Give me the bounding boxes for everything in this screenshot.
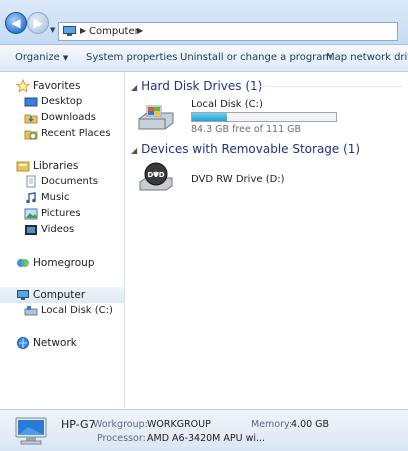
memory-value: 4.00 GB <box>291 419 330 430</box>
nav-label: Documents <box>41 176 99 187</box>
nav-computer[interactable]: Computer <box>0 287 124 303</box>
uninstall-program-button[interactable]: Uninstall or change a program <box>180 52 332 63</box>
drive-free-space: 84.3 GB free of 111 GB <box>191 124 302 135</box>
collapse-triangle-icon[interactable]: ◢ <box>131 146 137 155</box>
nav-videos[interactable]: Videos <box>0 222 124 238</box>
nav-label: Homegroup <box>33 257 95 269</box>
nav-label: Downloads <box>41 112 96 123</box>
nav-label: Pictures <box>41 208 81 219</box>
nav-desktop[interactable]: Desktop <box>0 94 124 110</box>
recent-places-icon <box>24 130 38 140</box>
drive-usage-bar <box>191 112 337 122</box>
address-bar: ◀ ▶ ▼ ▶ Computer ▶ <box>0 0 408 45</box>
organize-button[interactable]: Organize ▼ <box>15 52 68 63</box>
nav-label: Music <box>41 192 70 203</box>
libraries-icon <box>16 161 30 172</box>
collapse-triangle-icon[interactable]: ◢ <box>131 83 137 92</box>
breadcrumb-computer[interactable]: Computer <box>89 26 139 37</box>
group-divider <box>251 86 402 87</box>
network-icon <box>17 337 29 349</box>
group-header-hard-disk-drives[interactable]: ◢ Hard Disk Drives (1) <box>131 79 262 93</box>
back-arrow-icon: ◀ <box>11 16 21 30</box>
homegroup-icon <box>17 259 29 267</box>
nav-libraries[interactable]: Libraries <box>0 158 124 174</box>
nav-label: Desktop <box>41 96 83 107</box>
desktop-icon <box>24 97 38 107</box>
nav-favorites[interactable]: Favorites <box>0 78 124 94</box>
group-header-removable-storage[interactable]: ◢ Devices with Removable Storage (1) <box>131 142 360 156</box>
processor-label: Processor: <box>97 433 146 444</box>
computer-name: HP-G7 <box>61 418 96 431</box>
nav-network[interactable]: Network <box>0 335 124 351</box>
videos-icon <box>25 225 37 235</box>
nav-label: Network <box>33 337 77 349</box>
drive-dvd-rw-d[interactable]: DVD DVD RW Drive (D:) <box>137 162 337 200</box>
nav-downloads[interactable]: Downloads <box>0 110 124 126</box>
dvd-drive-icon: DVD <box>139 162 173 191</box>
svg-text:DVD: DVD <box>147 171 164 179</box>
nav-label: Recent Places <box>41 128 111 139</box>
star-icon <box>16 79 30 93</box>
processor-value: AMD A6-3420M APU wi... <box>147 433 266 444</box>
nav-label: Local Disk (C:) <box>41 305 113 316</box>
documents-icon <box>26 175 36 188</box>
nav-local-disk[interactable]: Local Disk (C:) <box>0 303 124 319</box>
workgroup-value: WORKGROUP <box>147 419 211 430</box>
memory-label: Memory: <box>251 419 293 430</box>
address-box[interactable]: ▶ Computer ▶ <box>58 22 398 41</box>
breadcrumb-separator-icon[interactable]: ▶ <box>137 26 143 35</box>
nav-documents[interactable]: Documents <box>0 174 124 190</box>
back-button[interactable]: ◀ <box>5 12 27 34</box>
nav-recent-places[interactable]: Recent Places <box>0 126 124 142</box>
navigation-pane: Favorites Desktop Downloads Recent Place… <box>0 72 125 408</box>
computer-monitor-icon <box>15 417 47 445</box>
pictures-icon <box>24 208 38 220</box>
system-properties-button[interactable]: System properties <box>86 52 178 63</box>
nav-label: Libraries <box>33 160 79 172</box>
workgroup-label: Workgroup: <box>93 419 148 430</box>
nav-homegroup[interactable]: Homegroup <box>0 255 124 271</box>
content-pane: ◢ Hard Disk Drives (1) Local Disk (C:) 84… <box>125 72 408 408</box>
hard-drive-icon <box>138 105 174 130</box>
details-pane: HP-G7 Workgroup: WORKGROUP Memory: 4.00 … <box>0 409 408 451</box>
computer-icon <box>17 290 29 300</box>
nav-label: Videos <box>41 224 75 235</box>
music-icon <box>26 192 36 204</box>
chevron-down-icon: ▼ <box>62 54 69 62</box>
recent-pages-dropdown[interactable]: ▼ <box>50 26 55 34</box>
nav-pictures[interactable]: Pictures <box>0 206 124 222</box>
nav-label: Computer <box>33 289 86 301</box>
drive-local-disk-c[interactable]: Local Disk (C:) 84.3 GB free of 111 GB <box>137 99 337 135</box>
map-network-drive-button[interactable]: Map network drive <box>326 52 408 63</box>
nav-music[interactable]: Music <box>0 190 124 206</box>
forward-button[interactable]: ▶ <box>27 12 49 34</box>
breadcrumb-separator-icon[interactable]: ▶ <box>80 26 86 35</box>
computer-icon <box>63 26 76 36</box>
downloads-folder-icon <box>24 114 38 124</box>
nav-label: Favorites <box>33 80 81 92</box>
drive-name: DVD RW Drive (D:) <box>191 174 285 185</box>
forward-arrow-icon: ▶ <box>33 16 43 30</box>
drive-name: Local Disk (C:) <box>191 99 263 110</box>
drive-usage-fill <box>192 113 227 121</box>
command-bar: Organize ▼ System properties Uninstall or… <box>0 45 408 72</box>
hard-drive-icon <box>24 306 38 316</box>
